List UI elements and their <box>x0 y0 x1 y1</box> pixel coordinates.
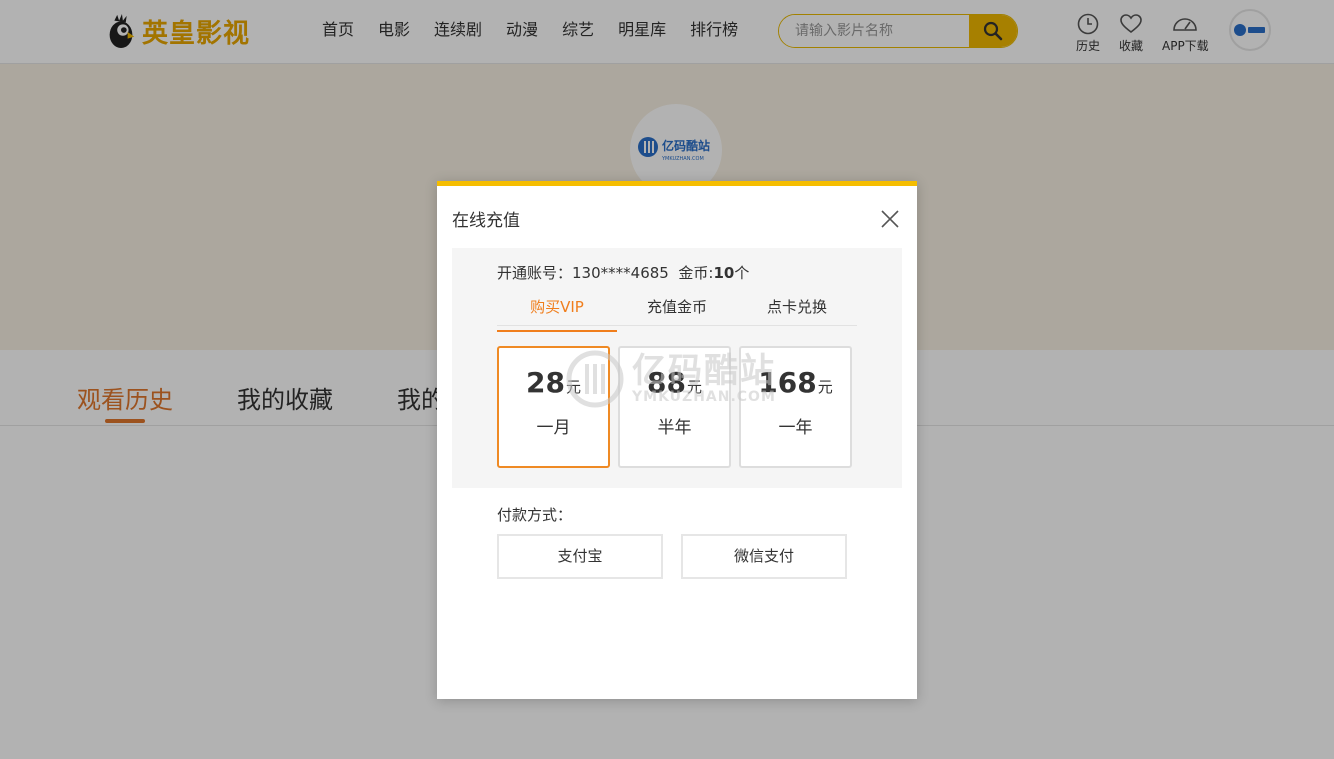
plan-price-value: 28 <box>526 366 565 399</box>
tab-recharge-coins[interactable]: 充值金币 <box>617 296 737 325</box>
close-icon[interactable] <box>879 208 901 230</box>
plan-price-value: 88 <box>647 366 686 399</box>
plan-list: 28元 一月 88元 半年 168元 一年 <box>497 346 860 468</box>
account-label: 开通账号： <box>497 264 573 282</box>
tab-buy-vip[interactable]: 购买VIP <box>497 296 617 332</box>
payment-method-label: 付款方式： <box>497 506 573 524</box>
plan-price-unit: 元 <box>565 378 581 396</box>
coins-label: 金币: <box>678 264 714 282</box>
recharge-modal: 在线充值 开通账号：130****4685 金币:10个 购买VIP 充值金币 … <box>437 181 917 699</box>
plan-price: 168元 <box>758 366 832 399</box>
coins-value: 10 <box>713 264 735 282</box>
plan-price-unit: 元 <box>817 378 833 396</box>
account-info: 开通账号：130****4685 金币:10个 <box>497 262 749 283</box>
coins-unit: 个 <box>734 264 750 282</box>
plan-card-yearly[interactable]: 168元 一年 <box>739 346 852 468</box>
account-value: 130****4685 <box>572 264 669 282</box>
plan-period: 一年 <box>778 418 813 438</box>
plan-price: 28元 <box>526 366 581 399</box>
alipay-button[interactable]: 支付宝 <box>497 534 663 579</box>
plan-card-monthly[interactable]: 28元 一月 <box>497 346 610 468</box>
plan-price-value: 168 <box>758 366 817 399</box>
plan-price-unit: 元 <box>686 378 702 396</box>
tab-card-redeem[interactable]: 点卡兑换 <box>737 296 857 325</box>
plan-period: 一月 <box>536 418 571 438</box>
plan-price: 88元 <box>647 366 702 399</box>
modal-title: 在线充值 <box>452 211 520 231</box>
plan-card-halfyear[interactable]: 88元 半年 <box>618 346 731 468</box>
wechat-pay-button[interactable]: 微信支付 <box>681 534 847 579</box>
plan-period: 半年 <box>657 418 692 438</box>
recharge-tabs: 购买VIP 充值金币 点卡兑换 <box>497 296 857 332</box>
vip-panel: 开通账号：130****4685 金币:10个 购买VIP 充值金币 点卡兑换 … <box>452 248 902 488</box>
